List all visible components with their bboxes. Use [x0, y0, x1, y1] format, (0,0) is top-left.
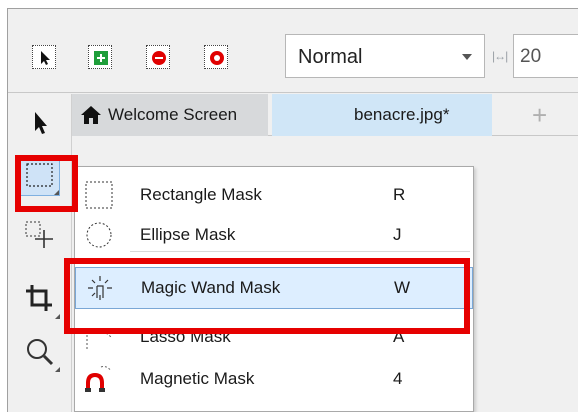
- menu-item-shortcut: R: [393, 185, 406, 204]
- plus-mask-icon: [94, 51, 108, 65]
- menu-item-label: Rectangle Mask: [140, 185, 262, 204]
- tab-welcome-label: Welcome Screen: [108, 105, 238, 124]
- stage: Normal |↔| 20 Welcome Screen benacre.jpg…: [0, 0, 578, 412]
- toolbox: [8, 94, 72, 412]
- tab-document-label: benacre.jpg*: [354, 105, 450, 124]
- flyout-indicator-icon: [55, 367, 60, 372]
- ellipse-mask-icon: [86, 222, 112, 248]
- transform-mask-tool[interactable]: [20, 214, 60, 254]
- mask-tools-flyout: Rectangle Mask R Ellipse Mask J Magic Wa…: [74, 166, 474, 412]
- menu-item-shortcut: 4: [393, 369, 403, 388]
- add-to-mask-button[interactable]: [88, 45, 112, 69]
- menu-item-shortcut: J: [393, 225, 402, 244]
- add-tab-button[interactable]: +: [532, 100, 547, 131]
- xor-mask-button[interactable]: [204, 45, 228, 69]
- mask-transform-icon: [25, 221, 53, 248]
- magnifier-icon: [27, 339, 54, 366]
- minus-mask-icon: [152, 51, 166, 65]
- flyout-indicator-icon: [54, 190, 59, 195]
- tolerance-value: 20: [520, 46, 542, 67]
- tab-welcome-screen[interactable]: Welcome Screen: [72, 94, 268, 136]
- arrow-select-icon: [41, 51, 50, 65]
- rectangle-mask-icon: [85, 181, 113, 209]
- menu-item-label: Magnetic Mask: [140, 369, 255, 388]
- mask-tool[interactable]: [20, 156, 60, 196]
- pointer-arrow-icon: [35, 112, 47, 134]
- menu-item-rectangle-mask[interactable]: Rectangle Mask R: [75, 175, 473, 217]
- flyout-indicator-icon: [55, 314, 60, 319]
- merge-mode-value: Normal: [298, 46, 363, 68]
- lasso-icon: [86, 329, 112, 349]
- menu-item-label: Lasso Mask: [140, 327, 231, 346]
- merge-mode-dropdown[interactable]: Normal: [285, 34, 485, 78]
- new-mask-button[interactable]: [32, 45, 56, 69]
- menu-item-shortcut: A: [393, 327, 405, 346]
- menu-item-magic-wand-mask[interactable]: Magic Wand Mask W: [75, 267, 473, 309]
- menu-item-magnetic-mask[interactable]: Magnetic Mask 4: [75, 359, 473, 401]
- tab-benacre[interactable]: benacre.jpg*: [272, 94, 492, 136]
- crop-tool[interactable]: [20, 279, 60, 319]
- menu-item-lasso-mask[interactable]: Lasso Mask A: [75, 317, 473, 359]
- magnet-icon: [85, 366, 112, 392]
- crop-icon: [26, 285, 52, 311]
- home-icon: [81, 106, 101, 124]
- document-tab-bar: Welcome Screen benacre.jpg* +: [72, 94, 578, 136]
- tolerance-icon: |↔|: [492, 49, 508, 63]
- tolerance-input[interactable]: 20: [513, 34, 578, 78]
- property-bar: Normal |↔| 20: [8, 9, 578, 93]
- magic-wand-icon: [88, 276, 112, 300]
- xor-mask-icon: [210, 51, 224, 65]
- subtract-from-mask-button[interactable]: [146, 45, 170, 69]
- menu-item-shortcut: W: [394, 278, 411, 297]
- pick-tool[interactable]: [20, 104, 60, 144]
- menu-separator: [130, 251, 470, 252]
- chevron-down-icon: [462, 54, 472, 60]
- menu-item-label: Ellipse Mask: [140, 225, 236, 244]
- zoom-tool[interactable]: [20, 332, 60, 372]
- menu-item-label: Magic Wand Mask: [141, 278, 281, 297]
